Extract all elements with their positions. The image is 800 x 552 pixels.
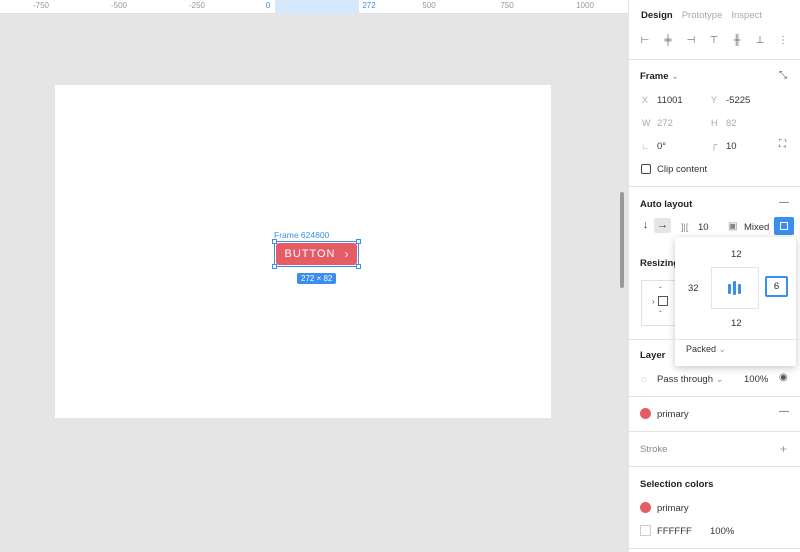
- align-top-icon[interactable]: ⊤: [706, 34, 722, 48]
- rotation-icon: ∟: [641, 141, 650, 151]
- chevron-down-icon[interactable]: ˆ: [659, 310, 662, 319]
- divider: [628, 339, 800, 340]
- clip-content-checkbox[interactable]: [641, 164, 651, 174]
- tab-prototype[interactable]: Prototype: [682, 10, 723, 21]
- corner-radius-icon: ╭: [711, 140, 718, 151]
- corner-radius-field[interactable]: 10: [726, 141, 737, 152]
- independent-corners-icon[interactable]: ⛶: [779, 140, 786, 150]
- ruler-tick: 272: [362, 1, 376, 10]
- padding-field[interactable]: Mixed: [744, 222, 769, 233]
- align-bottom-icon[interactable]: ⊥: [752, 34, 768, 48]
- padding-right-field[interactable]: 6: [765, 276, 788, 297]
- remove-fill-icon[interactable]: —: [779, 407, 789, 417]
- align-left-icon[interactable]: ⊢: [637, 34, 653, 48]
- individual-padding-toggle[interactable]: [774, 217, 794, 235]
- h-field[interactable]: 82: [726, 118, 737, 129]
- w-label: W: [642, 118, 651, 128]
- size-badge: 272 × 82: [297, 273, 337, 284]
- chevron-up-icon[interactable]: ˇ: [659, 286, 662, 295]
- spacing-field[interactable]: 10: [698, 222, 709, 233]
- y-field[interactable]: -5225: [726, 95, 750, 106]
- ruler-tick: 750: [500, 1, 514, 10]
- alignment-preview[interactable]: [711, 267, 759, 309]
- resizing-title: Resizing: [640, 258, 680, 269]
- clip-content-label: Clip content: [657, 164, 708, 175]
- ruler-tick: -750: [32, 1, 50, 10]
- padding-icon: ▣: [728, 221, 738, 232]
- divider: [628, 186, 800, 187]
- selection-color-hex[interactable]: FFFFFF: [657, 526, 692, 537]
- spacing-icon: ]|[: [681, 222, 689, 232]
- divider: [628, 548, 800, 549]
- layer-opacity-field[interactable]: 100%: [744, 374, 768, 385]
- selection-color-opacity[interactable]: 100%: [710, 526, 734, 537]
- h-label: H: [711, 118, 718, 128]
- divider: [628, 466, 800, 467]
- direction-vertical-button[interactable]: ↓: [637, 218, 654, 233]
- remove-auto-layout-icon[interactable]: —: [779, 198, 789, 208]
- selection-color-swatch[interactable]: [640, 502, 651, 513]
- ruler-tick: 1000: [576, 1, 594, 10]
- chevron-left-icon[interactable]: ›: [652, 297, 655, 306]
- add-stroke-icon[interactable]: +: [780, 443, 787, 455]
- padding-popover: 12 32 6 12 Packed ⌄: [675, 237, 796, 366]
- align-horizontal-center-icon[interactable]: ╪: [660, 34, 676, 48]
- selection-colors-title: Selection colors: [640, 479, 714, 490]
- fill-style-name[interactable]: primary: [657, 409, 689, 420]
- padding-top-field[interactable]: 12: [731, 249, 742, 260]
- resizing-frame-icon: [658, 296, 668, 306]
- divider: [629, 59, 800, 60]
- frame-section-title[interactable]: Frame ⌄: [640, 71, 679, 82]
- tab-inspect[interactable]: Inspect: [731, 10, 762, 21]
- ruler-tick: 0: [265, 1, 271, 10]
- ruler-tick: 500: [422, 1, 436, 10]
- divider: [628, 396, 800, 397]
- stroke-title: Stroke: [640, 444, 668, 455]
- divider: [628, 431, 800, 432]
- selection-color-name[interactable]: primary: [657, 503, 689, 514]
- resize-handle-top-left[interactable]: [272, 239, 277, 244]
- button-component[interactable]: BUTTON ›: [276, 243, 357, 265]
- blend-mode-icon: ◌: [641, 374, 647, 384]
- ruler-selection-highlight: [275, 0, 359, 14]
- blend-mode-dropdown[interactable]: Pass through ⌄: [657, 374, 724, 385]
- button-label: BUTTON: [284, 248, 336, 260]
- chevron-down-icon: ⌄: [718, 344, 727, 354]
- canvas-scrollbar[interactable]: [620, 192, 624, 288]
- align-vertical-center-icon[interactable]: ╫: [729, 34, 745, 48]
- selection-color-swatch-white[interactable]: [640, 525, 651, 536]
- fill-swatch[interactable]: [640, 408, 651, 419]
- horizontal-ruler: -750 -500 -250 0 272 500 750 1000: [0, 0, 628, 14]
- resize-handle-bottom-right[interactable]: [356, 264, 361, 269]
- eye-icon[interactable]: ◉: [779, 373, 788, 383]
- selected-frame[interactable]: BUTTON ›: [272, 239, 361, 269]
- align-bars-icon: [728, 281, 744, 295]
- alignment-toolbar: ⊢ ╪ ⊣ ⊤ ╫ ⊥ ⋮: [637, 34, 791, 48]
- chevron-right-icon: ›: [344, 247, 349, 261]
- x-label: X: [642, 95, 649, 105]
- panel-tabs: Design Prototype Inspect: [641, 10, 762, 21]
- resizing-preview: › ˇ ˆ: [641, 280, 675, 326]
- layer-title: Layer: [640, 350, 666, 361]
- auto-layout-title: Auto layout: [640, 199, 693, 210]
- frame-name-label[interactable]: Frame 624800: [274, 230, 329, 240]
- align-right-icon[interactable]: ⊣: [683, 34, 699, 48]
- rotation-field[interactable]: 0°: [657, 141, 666, 152]
- resize-handle-top-right[interactable]: [356, 239, 361, 244]
- spacing-mode-dropdown[interactable]: Packed ⌄: [686, 344, 726, 355]
- direction-horizontal-button[interactable]: →: [654, 218, 671, 233]
- ruler-tick: -250: [188, 1, 206, 10]
- resize-to-fit-icon[interactable]: ⤡: [779, 71, 787, 81]
- x-field[interactable]: 11001: [657, 95, 683, 106]
- padding-left-field[interactable]: 32: [688, 283, 699, 294]
- w-field[interactable]: 272: [657, 118, 673, 129]
- padding-bottom-field[interactable]: 12: [731, 318, 742, 329]
- resize-handle-bottom-left[interactable]: [272, 264, 277, 269]
- ruler-tick: -500: [110, 1, 128, 10]
- y-label: Y: [711, 95, 718, 105]
- chevron-down-icon: ⌄: [671, 71, 680, 82]
- chevron-down-icon: ⌄: [715, 374, 724, 385]
- distribute-icon[interactable]: ⋮: [775, 34, 791, 48]
- tab-design[interactable]: Design: [641, 10, 673, 21]
